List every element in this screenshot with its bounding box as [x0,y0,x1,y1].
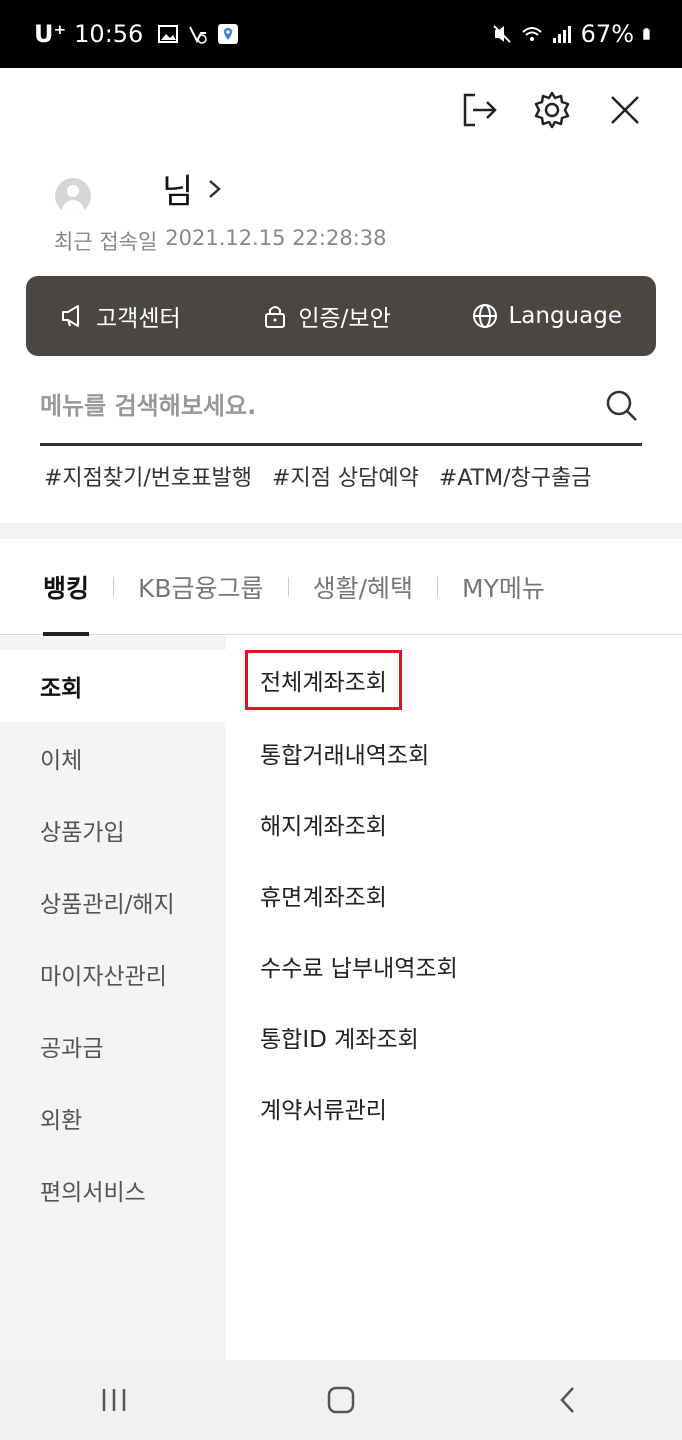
carrier-label: U⁺ [34,20,67,48]
maps-icon [218,24,239,44]
menu-tabs: 뱅킹 KB금융그룹 생활/혜택 MY메뉴 [0,539,682,636]
gallery-icon [158,25,179,43]
user-name-link[interactable]: 님 [162,164,223,213]
home-icon [327,1386,355,1414]
megaphone-icon [62,305,79,327]
submenu-closed-accounts[interactable]: 해지계좌조회 [260,807,387,841]
search-button[interactable] [602,386,642,426]
battery-icon [643,28,650,40]
menu-header: 님 최근 접속일 2021.12.15 22:28:38 고객센터 인증/보안 … [0,68,682,523]
lock-icon [265,306,286,328]
category-utility-bills[interactable]: 공과금 [0,1010,226,1082]
status-bar: U⁺ 10:56 67% [0,0,682,68]
tab-my-menu[interactable]: MY메뉴 [462,539,545,635]
tab-separator [437,576,438,597]
mute-notification-icon [189,26,208,44]
customer-center-label: 고객센터 [96,306,181,332]
close-icon [611,96,639,124]
category-inquiry[interactable]: 조회 [0,650,226,722]
tab-separator [113,576,115,597]
wifi-icon [521,27,542,41]
recent-apps-icon [102,1389,125,1411]
globe-icon [473,304,498,328]
hashtag-list: #지점찾기/번호표발행 #지점 상담예약 #ATM/창구출금 [44,460,591,492]
tab-life-benefits[interactable]: 생활/혜택 [313,539,413,635]
search-icon [606,390,637,421]
customer-center-button[interactable]: 고객센터 [60,299,181,333]
menu-content: 조회 이체 상품가입 상품관리/해지 마이자산관리 공과금 외환 편의서비스 전… [0,636,682,1360]
security-label: 인증/보안 [298,306,391,332]
quick-links-bar: 고객센터 인증/보안 Language [26,276,656,356]
logout-button[interactable] [458,88,502,132]
security-button[interactable]: 인증/보안 [262,299,391,333]
signal-icon [552,26,571,43]
submenu-contract-docs[interactable]: 계약서류관리 [260,1091,387,1125]
search-input[interactable] [40,391,560,420]
logout-icon [463,93,497,127]
hashtag-consult[interactable]: #지점 상담예약 [272,460,419,492]
language-button[interactable]: Language [472,303,622,329]
category-list: 조회 이체 상품가입 상품관리/해지 마이자산관리 공과금 외환 편의서비스 [0,636,226,1360]
last-login-label: 최근 접속일 [54,230,158,254]
tab-banking[interactable]: 뱅킹 [43,539,90,636]
category-transfer[interactable]: 이체 [0,722,226,794]
last-login: 최근 접속일 2021.12.15 22:28:38 [54,226,387,256]
submenu-dormant-accounts[interactable]: 휴면계좌조회 [260,878,387,912]
vibrate-icon [492,25,511,43]
status-right: 67% [491,0,656,68]
hashtag-branch[interactable]: #지점찾기/번호표발행 [44,460,252,492]
tab-kb-group[interactable]: KB금융그룹 [138,539,264,635]
category-product-signup[interactable]: 상품가입 [0,794,226,866]
submenu-integrated-history[interactable]: 통합거래내역조회 [260,736,429,770]
chevron-right-icon [209,179,222,198]
category-product-manage[interactable]: 상품관리/해지 [0,866,226,938]
system-nav-bar [0,1360,682,1440]
submenu-integrated-id[interactable]: 통합ID 계좌조회 [260,1020,419,1054]
status-time: 10:56 [74,20,144,48]
status-left: U⁺ 10:56 [34,0,239,68]
submenu-fee-history[interactable]: 수수료 납부내역조회 [260,949,458,983]
tab-separator [287,576,289,597]
settings-button[interactable] [530,88,574,132]
last-login-value: 2021.12.15 22:28:38 [165,226,387,250]
hashtag-atm[interactable]: #ATM/창구출금 [439,460,592,492]
close-button[interactable] [603,88,647,132]
menu-search [40,368,642,446]
section-divider [0,523,682,539]
back-button[interactable] [538,1370,598,1430]
recent-apps-button[interactable] [84,1370,144,1430]
back-icon [560,1387,575,1413]
category-my-assets[interactable]: 마이자산관리 [0,938,226,1010]
user-name-suffix: 님 [162,172,194,212]
avatar [55,178,91,214]
submenu-list: 전체계좌조회 통합거래내역조회 해지계좌조회 휴면계좌조회 수수료 납부내역조회… [226,636,682,1360]
category-foreign-exchange[interactable]: 외환 [0,1082,226,1154]
home-button[interactable] [311,1370,371,1430]
gear-icon [534,91,570,129]
battery-percent: 67% [580,20,634,48]
language-label: Language [508,303,622,329]
submenu-all-accounts[interactable]: 전체계좌조회 [245,650,402,710]
category-convenience[interactable]: 편의서비스 [0,1154,226,1226]
